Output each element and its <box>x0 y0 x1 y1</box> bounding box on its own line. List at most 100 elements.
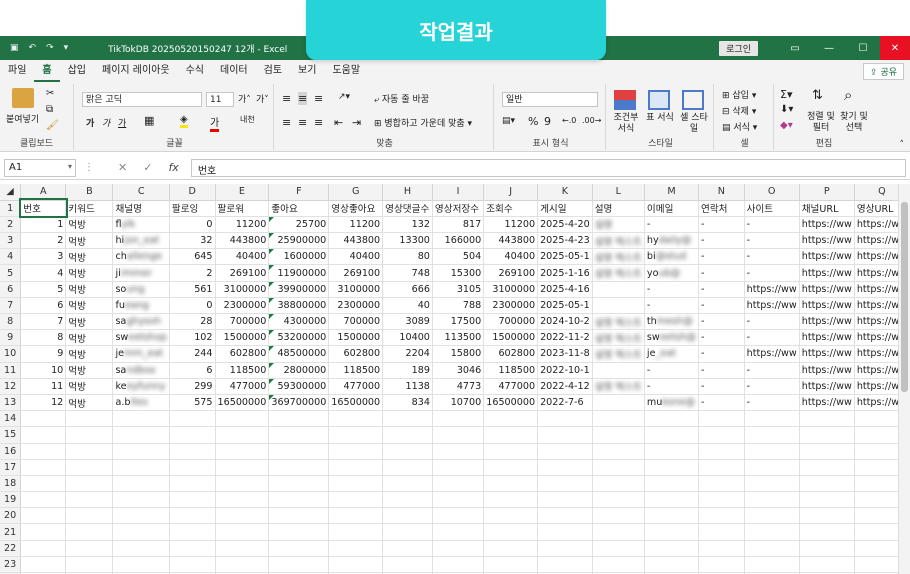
cell[interactable]: 먹방 <box>65 232 114 250</box>
cell[interactable]: 1500000 <box>328 329 384 347</box>
cell[interactable] <box>268 475 330 493</box>
cell[interactable] <box>112 540 170 557</box>
decrease-font-icon[interactable]: 가˅ <box>256 92 269 105</box>
cell[interactable] <box>537 507 593 525</box>
cell[interactable]: 16500000 <box>328 394 384 412</box>
column-header-g[interactable]: G <box>328 184 384 201</box>
cell[interactable]: https://ww <box>799 345 855 363</box>
cell[interactable] <box>328 459 384 476</box>
cell[interactable]: 3105 <box>432 281 485 298</box>
cell[interactable] <box>169 491 216 509</box>
column-header-b[interactable]: B <box>65 184 114 201</box>
cell[interactable] <box>215 556 270 574</box>
cut-icon[interactable]: ✂ <box>46 88 54 99</box>
cell[interactable] <box>20 410 67 428</box>
customize-icon[interactable]: ▾ <box>64 43 69 53</box>
cell[interactable] <box>432 443 485 460</box>
cell[interactable]: 166000 <box>432 232 485 250</box>
cell[interactable]: 설명 텍스트 <box>592 378 645 395</box>
cell[interactable] <box>112 475 170 493</box>
cell[interactable] <box>382 443 433 460</box>
cell[interactable]: challenge <box>112 248 170 266</box>
row-header[interactable]: 20 <box>0 507 22 525</box>
paste-icon[interactable] <box>12 88 34 108</box>
cell[interactable] <box>592 426 645 444</box>
clear-icon[interactable]: ◆▾ <box>780 120 793 131</box>
decrease-decimal-icon[interactable]: .00→ <box>582 116 601 125</box>
row-header[interactable]: 19 <box>0 491 22 509</box>
cell[interactable] <box>268 426 330 444</box>
cell[interactable]: - <box>698 232 745 250</box>
cell[interactable]: 645 <box>169 248 216 266</box>
row-header[interactable]: 23 <box>0 556 22 574</box>
cell[interactable] <box>169 556 216 574</box>
cell[interactable]: 먹방 <box>65 378 114 395</box>
cell[interactable] <box>744 459 800 476</box>
cell[interactable]: 748 <box>382 264 433 282</box>
paste-button[interactable]: 붙여넣기 <box>6 112 39 125</box>
align-center-icon[interactable]: ≡ <box>298 116 307 129</box>
cell[interactable] <box>483 491 539 509</box>
cell[interactable]: 2025-1-16 <box>537 264 593 282</box>
cell[interactable] <box>744 443 800 460</box>
cell[interactable]: youb@ <box>644 264 700 282</box>
cell-styles-button[interactable]: 셀 스타일 <box>678 113 710 135</box>
cell[interactable]: https://ww <box>744 297 800 315</box>
cell[interactable] <box>382 459 433 476</box>
cell[interactable] <box>592 523 645 541</box>
row-header[interactable]: 18 <box>0 475 22 493</box>
row-header[interactable]: 21 <box>0 523 22 541</box>
column-header-a[interactable]: A <box>20 184 67 201</box>
formula-input[interactable]: 번호 <box>190 158 906 177</box>
cell[interactable]: fueang <box>112 297 170 315</box>
cell[interactable] <box>537 459 593 476</box>
row-header[interactable]: 5 <box>0 264 22 282</box>
collapse-ribbon-icon[interactable]: ˄ <box>900 140 905 150</box>
cell[interactable]: 5 <box>20 281 67 298</box>
cell[interactable]: 1600000 <box>268 248 330 266</box>
cell[interactable]: 269100 <box>215 264 270 282</box>
cell[interactable] <box>382 475 433 493</box>
cell[interactable] <box>592 410 645 428</box>
cell[interactable]: 설명 텍스트 <box>592 232 645 250</box>
cell[interactable]: a.bites <box>112 394 170 412</box>
cell[interactable] <box>65 523 114 541</box>
row-header[interactable]: 7 <box>0 297 22 315</box>
cell[interactable]: - <box>698 264 745 282</box>
cell[interactable] <box>592 362 645 379</box>
cell[interactable] <box>65 491 114 509</box>
cell[interactable]: 3089 <box>382 313 433 331</box>
cell[interactable]: 2022-7-6 <box>537 394 593 412</box>
autosum-icon[interactable]: Σ▾ <box>780 88 792 101</box>
cell[interactable] <box>382 507 433 525</box>
cell[interactable]: 먹방 <box>65 297 114 315</box>
tab-insert[interactable]: 삽입 <box>60 60 94 82</box>
cell[interactable] <box>328 507 384 525</box>
cell[interactable]: 477000 <box>215 378 270 395</box>
indent-decrease-icon[interactable]: ⇤ <box>334 116 343 129</box>
cell[interactable]: bi@stud <box>644 248 700 266</box>
cell[interactable]: 설명 텍스트 <box>592 248 645 266</box>
undo-icon[interactable]: ↶ <box>29 43 37 53</box>
cell[interactable] <box>483 507 539 525</box>
cell[interactable] <box>328 556 384 574</box>
cell[interactable] <box>537 523 593 541</box>
cell[interactable] <box>698 459 745 476</box>
cell[interactable]: - <box>698 329 745 347</box>
cell[interactable]: jemm_eat <box>112 345 170 363</box>
cell[interactable]: - <box>744 378 800 395</box>
align-middle-icon[interactable]: ≡ <box>298 92 308 105</box>
cell[interactable]: 113500 <box>432 329 485 347</box>
cell[interactable]: je_eat <box>644 345 700 363</box>
cell[interactable]: 10400 <box>382 329 433 347</box>
cell[interactable]: 443800 <box>215 232 270 250</box>
cell[interactable] <box>644 540 700 557</box>
column-header-j[interactable]: J <box>483 184 539 201</box>
cell[interactable]: - <box>698 345 745 363</box>
cell[interactable] <box>537 426 593 444</box>
cell[interactable]: 189 <box>382 362 433 379</box>
cell[interactable] <box>744 540 800 557</box>
cell[interactable]: 먹방 <box>65 248 114 266</box>
cell[interactable]: https://ww <box>799 394 855 412</box>
cell[interactable]: 132 <box>382 216 433 234</box>
